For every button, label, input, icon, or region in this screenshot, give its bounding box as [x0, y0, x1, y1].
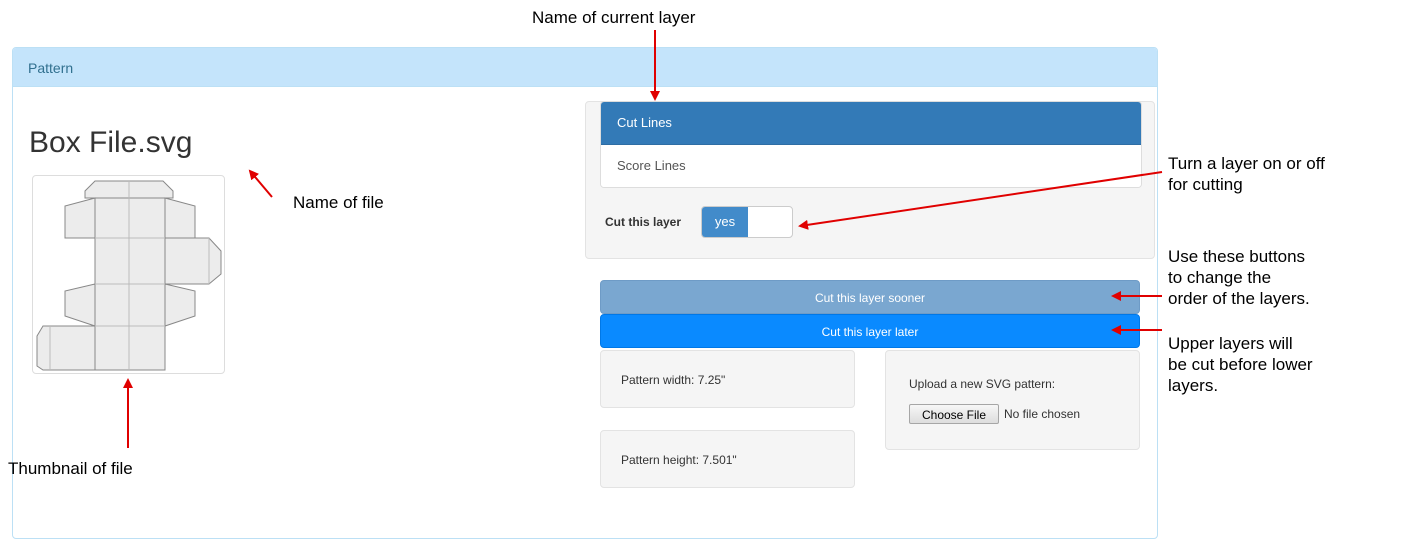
annotation-name-of-file: Name of file: [293, 193, 384, 212]
file-thumbnail: [32, 175, 225, 374]
file-status-text: No file chosen: [1004, 407, 1081, 421]
cut-layer-toggle[interactable]: yes: [701, 206, 793, 238]
upload-pattern-well: Upload a new SVG pattern: Choose File No…: [885, 350, 1140, 450]
box-pattern-thumbnail-image: [36, 180, 222, 371]
toggle-yes-state[interactable]: yes: [702, 207, 748, 237]
choose-file-button[interactable]: Choose File: [909, 404, 999, 424]
layer-item-cut-lines[interactable]: Cut Lines: [601, 102, 1141, 145]
pattern-width-well: Pattern width: 7.25": [600, 350, 855, 408]
annotation-thumbnail: Thumbnail of file: [8, 459, 133, 478]
panel-heading: Pattern: [13, 48, 1157, 87]
annotation-order-line2: to change the: [1168, 268, 1272, 287]
layer-list: Cut Lines Score Lines: [600, 101, 1142, 188]
annotation-toggle: Turn a layer on or off for cutting: [1168, 153, 1398, 195]
annotation-toggle-line1: Turn a layer on or off: [1168, 154, 1325, 173]
file-name-title: Box File.svg: [29, 126, 193, 159]
annotation-current-layer: Name of current layer: [532, 8, 696, 27]
annotation-order-line1: Use these buttons: [1168, 247, 1306, 266]
annotation-order: Use these buttons to change the order of…: [1168, 246, 1398, 309]
pattern-height-well: Pattern height: 7.501": [600, 430, 855, 488]
annotation-order-line3: order of the layers.: [1168, 289, 1310, 308]
cut-later-button[interactable]: Cut this layer later: [600, 314, 1140, 348]
annotation-toggle-line2: for cutting: [1168, 175, 1243, 194]
cut-this-layer-label: Cut this layer: [605, 215, 682, 229]
pattern-height-text: Pattern height: 7.501": [621, 453, 737, 467]
pattern-width-text: Pattern width: 7.25": [621, 373, 726, 387]
layer-item-score-lines[interactable]: Score Lines: [601, 145, 1141, 187]
annotation-upper-line2: be cut before lower: [1168, 355, 1313, 374]
cut-sooner-button[interactable]: Cut this layer sooner: [600, 280, 1140, 314]
annotation-upper-line1: Upper layers will: [1168, 334, 1293, 353]
annotation-upper: Upper layers will be cut before lower la…: [1168, 333, 1398, 396]
upload-pattern-label: Upload a new SVG pattern:: [909, 377, 1056, 391]
annotation-upper-line3: layers.: [1168, 376, 1219, 395]
